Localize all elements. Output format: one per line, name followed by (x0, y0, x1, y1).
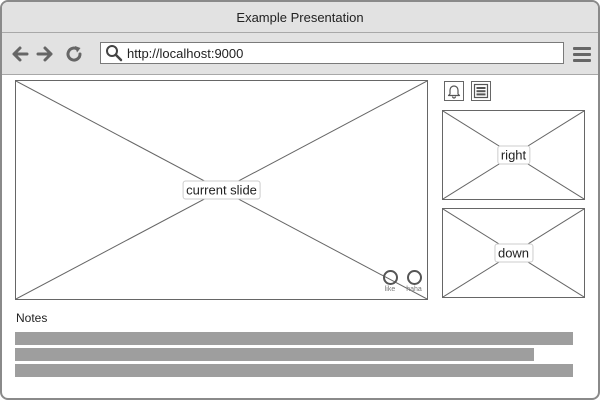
reaction-haha[interactable]: haha (402, 270, 426, 293)
overview-icon (473, 83, 489, 99)
bell-icon (447, 85, 461, 99)
title-bar: Example Presentation (2, 2, 598, 33)
notifications-button[interactable] (444, 81, 464, 101)
like-icon (382, 270, 398, 285)
search-icon (106, 45, 123, 62)
reaction-haha-label: haha (406, 286, 422, 293)
reload-icon[interactable] (64, 44, 84, 64)
current-slide: current slide like haha (15, 80, 428, 300)
right-slide-label: right (496, 145, 531, 165)
window-title: Example Presentation (236, 9, 364, 25)
haha-icon (406, 270, 422, 285)
notes-line (15, 364, 573, 377)
overview-button[interactable] (471, 81, 491, 101)
hamburger-menu-icon[interactable] (572, 44, 592, 64)
address-bar[interactable]: http://localhost:9000 (100, 42, 564, 64)
right-slide-preview[interactable]: right (442, 110, 585, 200)
back-arrow-icon[interactable] (10, 44, 30, 64)
browser-window: Example Presentation http://localhost:90… (0, 0, 600, 400)
reaction-like-label: like (384, 286, 396, 293)
notes-line (15, 332, 573, 345)
browser-toolbar: http://localhost:9000 (2, 33, 598, 75)
notes-line (15, 348, 534, 361)
notes-title: Notes (16, 311, 48, 325)
forward-arrow-icon[interactable] (35, 44, 55, 64)
down-slide-label: down (493, 243, 534, 263)
reaction-like[interactable]: like (378, 270, 402, 293)
url-text: http://localhost:9000 (127, 45, 244, 61)
down-slide-preview[interactable]: down (442, 208, 585, 298)
current-slide-label: current slide (182, 180, 261, 200)
